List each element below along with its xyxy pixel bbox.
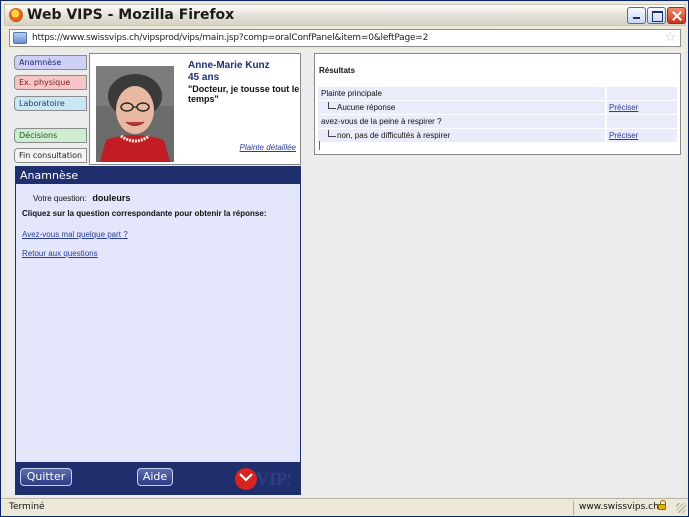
resize-grip-icon[interactable] xyxy=(676,503,686,513)
results-title: Résultats xyxy=(319,66,356,75)
close-button[interactable] xyxy=(667,7,686,24)
tab-decisions[interactable]: Décisions xyxy=(14,128,87,143)
anamnese-panel: Anamnèse Votre question: douleurs Cliquez… xyxy=(15,166,301,495)
row-text-cell: non, pas de difficultés à respirer xyxy=(318,129,605,142)
question-value: douleurs xyxy=(92,193,131,203)
question-link[interactable]: Avez-vous mal quelque part ? xyxy=(22,230,128,239)
close-icon xyxy=(668,8,685,23)
maximize-icon xyxy=(648,8,665,23)
text-cursor xyxy=(319,141,320,150)
page-content: Anamnèse Ex. physique Laboratoire Décisi… xyxy=(6,49,685,497)
patient-age: 45 ans xyxy=(188,72,220,83)
status-domain: www.swissvips.ch xyxy=(579,502,659,512)
row-text: Plainte principale xyxy=(318,87,605,100)
table-row: non, pas de difficultés à respirer Préci… xyxy=(318,129,677,142)
table-row: avez-vous de la peine à respirer ? xyxy=(318,115,677,128)
tab-fin-consultation[interactable]: Fin consultation xyxy=(14,148,87,163)
question-label: Votre question: xyxy=(33,194,87,203)
tab-laboratoire[interactable]: Laboratoire xyxy=(14,96,87,111)
patient-card: Anne-Marie Kunz 45 ans "Docteur, je tous… xyxy=(89,53,301,165)
back-to-questions-link[interactable]: Retour aux questions xyxy=(22,249,98,258)
status-text: Terminé xyxy=(9,502,45,512)
maximize-button[interactable] xyxy=(647,7,666,24)
preciser-link[interactable]: Préciser xyxy=(607,129,677,142)
title-bar: Web VIPS - Mozilla Firefox xyxy=(4,4,686,26)
address-bar[interactable]: https://www.swissvips.ch/vipsprod/vips/m… xyxy=(9,29,681,47)
table-row: Aucune réponse Préciser xyxy=(318,101,677,114)
site-identity-icon[interactable] xyxy=(13,32,27,44)
row-text: avez-vous de la peine à respirer ? xyxy=(318,115,605,128)
tab-anamnese[interactable]: Anamnèse xyxy=(14,55,87,70)
firefox-icon xyxy=(9,8,23,22)
tree-branch-icon xyxy=(328,130,336,137)
help-button[interactable]: Aide xyxy=(137,468,173,486)
panel-footer: Quitter Aide VIPS xyxy=(16,462,300,494)
instruction-text: Cliquez sur la question correspondante p… xyxy=(22,209,267,218)
minimize-icon xyxy=(628,8,645,23)
table-row: Plainte principale xyxy=(318,87,677,100)
row-action xyxy=(607,115,677,128)
bookmark-star-icon[interactable]: ☆ xyxy=(664,31,676,45)
patient-name: Anne-Marie Kunz xyxy=(188,60,270,71)
plainte-detaillee-link[interactable]: Plainte détaillée xyxy=(240,143,296,152)
preciser-link[interactable]: Préciser xyxy=(607,101,677,114)
browser-window: Web VIPS - Mozilla Firefox https://www.s… xyxy=(0,0,689,517)
minimize-button[interactable] xyxy=(627,7,646,24)
row-action xyxy=(607,87,677,100)
row-text-cell: Aucune réponse xyxy=(318,101,605,114)
question-row: Votre question: douleurs xyxy=(33,193,130,203)
patient-quote: "Docteur, je tousse tout le temps" xyxy=(188,84,300,104)
vips-logo-text: VIPS xyxy=(256,469,290,489)
url-text[interactable]: https://www.swissvips.ch/vipsprod/vips/m… xyxy=(32,33,428,43)
quit-button[interactable]: Quitter xyxy=(20,468,72,486)
tab-examen-physique[interactable]: Ex. physique xyxy=(14,75,87,90)
row-text: non, pas de difficultés à respirer xyxy=(337,131,451,140)
lock-icon[interactable] xyxy=(658,500,666,510)
row-text: Aucune réponse xyxy=(337,103,396,112)
vips-logo: VIPS xyxy=(235,468,290,490)
patient-photo xyxy=(96,66,174,162)
status-bar: Terminé www.swissvips.ch xyxy=(1,498,688,516)
tree-branch-icon xyxy=(328,102,336,109)
left-pane: Anamnèse Ex. physique Laboratoire Décisi… xyxy=(6,49,304,497)
results-pane: Résultats Plainte principale Aucune répo… xyxy=(314,53,681,155)
results-table: Plainte principale Aucune réponse Précis… xyxy=(318,87,677,143)
window-title: Web VIPS - Mozilla Firefox xyxy=(27,7,235,23)
panel-header: Anamnèse xyxy=(16,167,300,184)
status-divider xyxy=(573,501,574,515)
